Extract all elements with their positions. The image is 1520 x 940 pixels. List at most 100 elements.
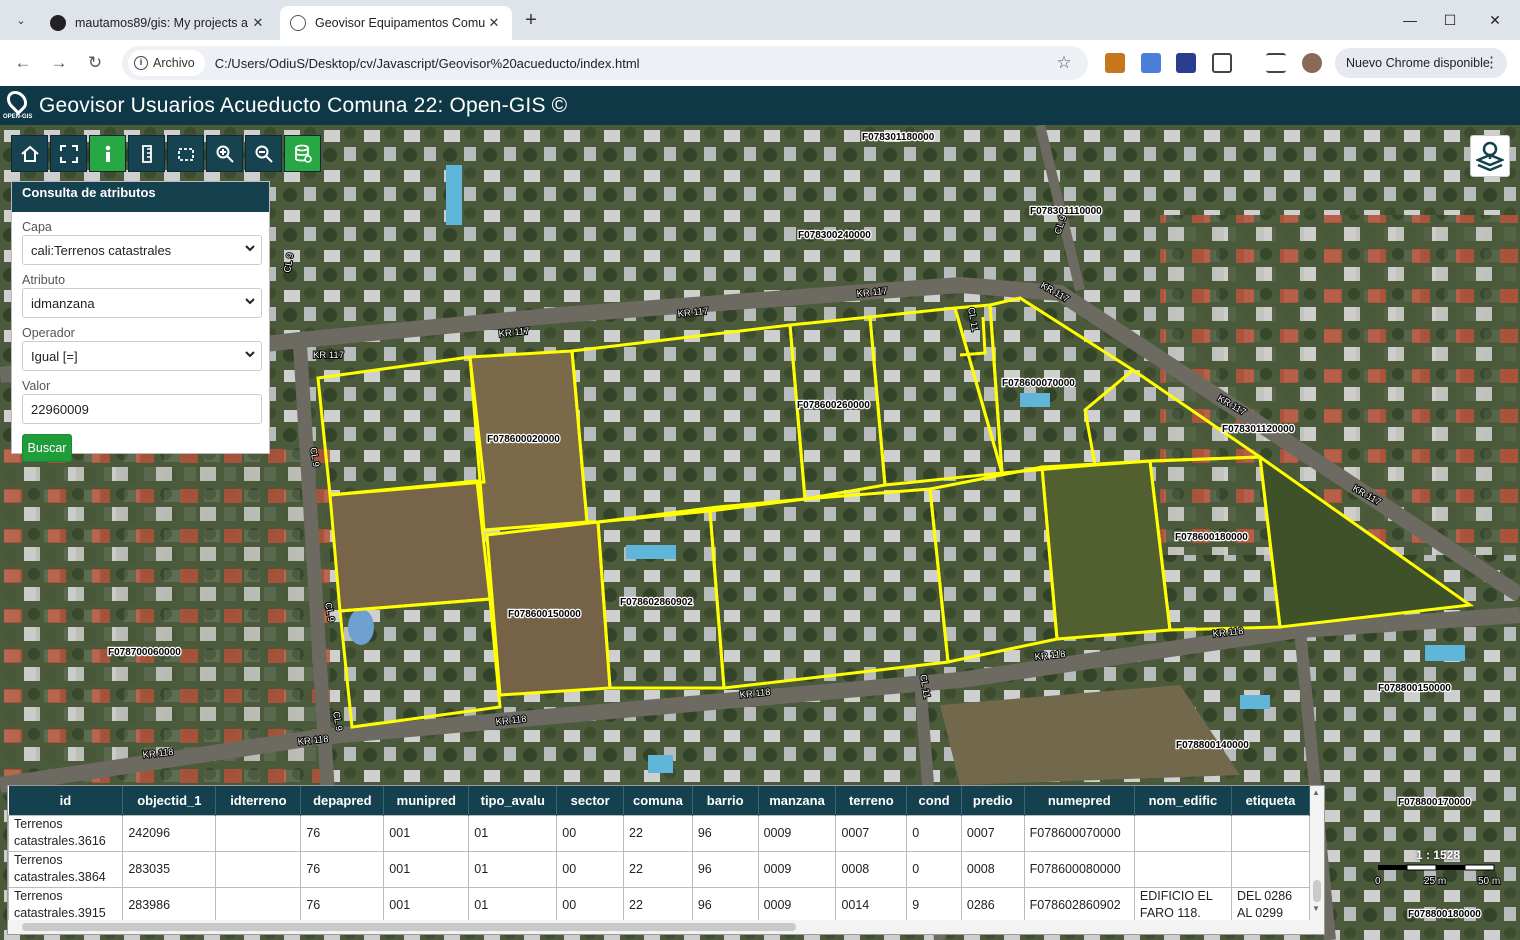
map-viewer[interactable]: F078301180000 F078301110000 F07830024000… (0, 125, 1520, 940)
table-cell: 0007 (960, 814, 1025, 852)
column-header[interactable]: objectid_1 (122, 786, 217, 815)
column-header[interactable]: barrio (692, 786, 759, 815)
capa-select[interactable]: cali:Terrenos catastrales (22, 235, 262, 265)
maximize-button[interactable]: ☐ (1435, 8, 1465, 32)
column-header[interactable]: munipred (383, 786, 470, 815)
zoom-out-button[interactable] (245, 135, 282, 172)
table-cell: 0008 (960, 850, 1025, 888)
scrollbar-thumb[interactable] (1313, 880, 1321, 902)
column-header[interactable]: sector (556, 786, 625, 815)
browser-toolbar: ← → ↻ i Archivo C:/Users/OdiuS/Desktop/c… (0, 40, 1520, 86)
browser-tab-github[interactable]: mautamos89/gis: My projects a ✕ (40, 6, 276, 40)
column-header[interactable]: depapred (300, 786, 385, 815)
parcel-label: F078600070000 (1002, 378, 1075, 389)
buscar-button[interactable]: Buscar (22, 434, 72, 462)
chevron-down-icon (245, 298, 255, 305)
valor-input[interactable]: 22960009 (22, 394, 262, 424)
close-tab-icon[interactable]: ✕ (250, 15, 266, 31)
table-cell: F078602860902 (1023, 886, 1135, 924)
parcel-label: F078301110000 (1030, 206, 1102, 217)
atributo-select[interactable]: idmanzana (22, 288, 262, 318)
tab-title: mautamos89/gis: My projects a (75, 16, 248, 30)
column-header[interactable]: etiqueta (1231, 786, 1311, 815)
scroll-up-icon[interactable]: ▲ (1312, 788, 1320, 797)
zoom-in-button[interactable] (206, 135, 243, 172)
media-control-icon[interactable] (1266, 53, 1286, 73)
measure-area-button[interactable] (167, 135, 204, 172)
profile-avatar[interactable] (1302, 53, 1322, 73)
back-button[interactable]: ← (10, 50, 36, 76)
column-header[interactable]: id (8, 786, 124, 815)
column-header[interactable]: terreno (835, 786, 908, 815)
scrollbar-thumb[interactable] (22, 923, 796, 931)
valor-value: 22960009 (31, 401, 89, 417)
forward-button[interactable]: → (46, 50, 72, 76)
column-header[interactable]: comuna (623, 786, 693, 815)
home-button[interactable] (11, 135, 48, 172)
close-tab-icon[interactable]: ✕ (486, 15, 502, 31)
table-row[interactable]: Terrenos catastrales.3864 283035 76 001 01 00… (8, 850, 1311, 888)
info-icon (105, 145, 110, 162)
table-cell: EDIFICIO EL FARO 118. (1133, 886, 1232, 924)
url-text[interactable]: C:/Users/OdiuS/Desktop/cv/Javascript/Geo… (215, 56, 1052, 71)
table-cell: F078600070000 (1023, 814, 1135, 852)
table-cell: 01 (468, 886, 558, 924)
parcel-label: F078300240000 (798, 230, 871, 241)
column-header[interactable]: manzana (758, 786, 837, 815)
vertical-scrollbar[interactable]: ▲ ▼ (1310, 786, 1324, 934)
tab-search-icon[interactable]: ⌄ (8, 8, 34, 32)
translate-extension-icon[interactable] (1141, 53, 1161, 73)
extensions-puzzle-icon[interactable] (1212, 53, 1232, 73)
new-tab-button[interactable]: + (520, 9, 542, 32)
scale-line: 0 25 m 50 m (1374, 864, 1501, 888)
table-row[interactable]: Terrenos catastrales.3915 283986 76 001 01 00… (8, 886, 1311, 924)
measure-length-button[interactable] (128, 135, 165, 172)
parcel-label: F078800170000 (1398, 797, 1471, 808)
close-window-button[interactable]: ✕ (1480, 8, 1510, 32)
address-bar[interactable]: i Archivo C:/Users/OdiuS/Desktop/cv/Java… (122, 46, 1088, 80)
parcel-label: F078800150000 (1378, 683, 1451, 694)
table-cell: 283035 (122, 850, 217, 888)
chrome-update-button[interactable]: Nuevo Chrome disponible ⋮ (1335, 48, 1507, 78)
database-query-button[interactable] (284, 135, 321, 172)
table-cell: 96 (691, 850, 759, 888)
column-header[interactable]: nom_edific (1134, 786, 1232, 815)
table-cell: 0 (906, 850, 962, 888)
layers-icon (1476, 141, 1504, 171)
site-info-chip[interactable]: i Archivo (128, 50, 205, 76)
tab-title: Geovisor Equipamentos Comun (315, 16, 486, 30)
extension-icon[interactable] (1105, 53, 1125, 73)
results-table[interactable]: id objectid_1 idterreno depapred munipre… (7, 785, 1325, 935)
table-cell (1230, 850, 1311, 888)
column-header[interactable]: idterreno (215, 786, 302, 815)
operador-select[interactable]: Igual [=] (22, 341, 262, 371)
reload-button[interactable]: ↻ (82, 50, 108, 76)
column-header[interactable]: cond (906, 786, 962, 815)
parcel-label: F078600020000 (487, 434, 560, 445)
column-header[interactable]: tipo_avalu (468, 786, 558, 815)
layer-switcher-button[interactable] (1470, 135, 1510, 177)
minimize-button[interactable]: — (1395, 8, 1425, 32)
parcel-label: F078301180000 (862, 132, 935, 143)
operador-value: Igual [=] (31, 348, 78, 364)
table-cell: 22 (623, 850, 693, 888)
menu-dots-icon[interactable]: ⋮ (1484, 53, 1499, 71)
table-cell: 283986 (122, 886, 217, 924)
info-button[interactable] (89, 135, 126, 172)
table-row[interactable]: Terrenos catastrales.3616 242096 76 001 01 00… (8, 814, 1311, 852)
bookmark-star-icon[interactable]: ☆ (1052, 53, 1076, 73)
horizontal-scrollbar[interactable] (8, 920, 1312, 934)
fullscreen-button[interactable] (50, 135, 87, 172)
browser-tab-geovisor[interactable]: Geovisor Equipamentos Comun ✕ (280, 6, 512, 40)
shield-extension-icon[interactable] (1176, 53, 1196, 73)
table-cell: 0009 (757, 886, 837, 924)
column-header[interactable]: predio (961, 786, 1025, 815)
column-header[interactable]: numepred (1024, 786, 1135, 815)
scroll-down-icon[interactable]: ▼ (1312, 904, 1320, 913)
zoom-in-icon (216, 145, 234, 163)
table-cell: 001 (383, 850, 470, 888)
atributo-label: Atributo (22, 273, 66, 287)
table-cell: 0007 (835, 814, 908, 852)
table-cell: 001 (383, 814, 470, 852)
table-cell: 01 (468, 850, 558, 888)
